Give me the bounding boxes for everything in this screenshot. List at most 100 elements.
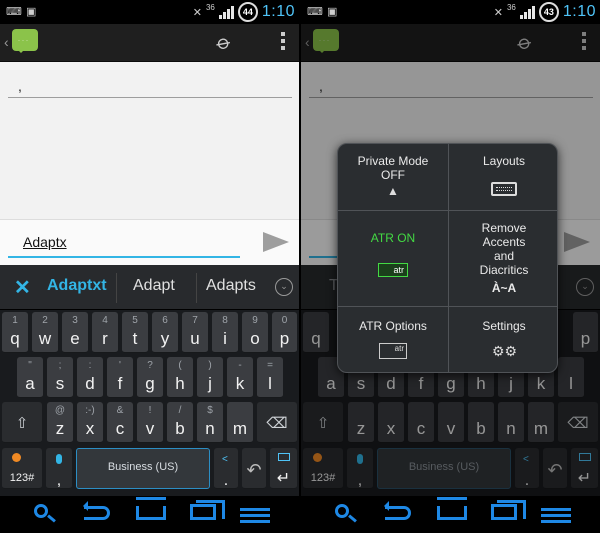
mode-key[interactable]: 123# [2,448,42,489]
recent-apps-icon[interactable] [190,500,225,520]
key-alt: @ [54,405,66,416]
atr-options-option[interactable]: ATR Options atr [338,307,448,373]
key-s[interactable]: ; s [47,357,73,398]
key-alt: ' [119,360,121,371]
undo-key[interactable]: ↶ [242,448,266,489]
key-alt: : [88,360,92,371]
private-mode-option[interactable]: Private Mode OFF ▲ [338,144,448,210]
key-d[interactable]: :d [77,357,103,398]
back-icon[interactable] [83,501,110,520]
key-alt: :-) [85,405,95,416]
search-icon[interactable] [335,504,357,523]
key-row-4: 123# , Business (US) <. ↶ ↵ [0,448,299,494]
dismiss-suggestions-icon[interactable]: ✕ [14,275,31,300]
key-label: h [175,374,185,393]
key-f[interactable]: ' f [107,357,133,398]
key-e[interactable]: 3e [62,312,88,353]
key-x[interactable]: :-) x [77,402,103,443]
key-alt: 9 [252,315,258,326]
recent-apps-icon[interactable] [491,500,526,520]
recipient-field[interactable]: , [8,78,292,98]
layouts-option[interactable]: Layouts [449,144,559,210]
key-k[interactable]: -k [227,357,253,398]
key-w[interactable]: 2w [32,312,58,353]
key-h[interactable]: (h [167,357,193,398]
key-v[interactable]: ! v [137,402,163,443]
suggestion-3[interactable]: Adapts [206,277,256,295]
suggestion-2[interactable]: Adapt [133,277,175,295]
key-u[interactable]: 7u [182,312,208,353]
key-m[interactable]: m [227,402,253,443]
attach-paperclip-icon[interactable]: ⌀ [212,29,236,56]
space-key[interactable]: Business (US) [76,448,210,489]
up-chevron-icon[interactable]: ‹ [4,34,9,50]
battery-icon: 44 [237,2,258,22]
key-alt: ? [147,360,153,371]
key-g[interactable]: ? g [137,357,163,398]
phone-screen-left: ⌨ ▣ ✕ 36 44 1:10 ‹ ··· ⌀ , Adaptx ✕ Adap… [0,0,299,533]
enter-key[interactable]: ↵ [270,448,297,489]
key-o[interactable]: 9o [242,312,268,353]
key-label: m [232,419,248,438]
settings-label: Settings [482,319,526,333]
key-i[interactable]: 8i [212,312,238,353]
key-j[interactable]: ) j [197,357,223,398]
atr-toggle-option[interactable]: ATR ON atr [338,211,448,306]
remove-accents-label: Accents [482,235,526,249]
comma-label: , [56,472,62,489]
key-label: u [190,329,200,348]
remove-accents-option[interactable]: Remove Accents and Diacritics À~A [449,211,559,306]
key-label: b [175,419,185,438]
key-a[interactable]: " a [17,357,43,398]
messaging-app-icon[interactable]: ··· [12,29,38,53]
key-n[interactable]: $ n [197,402,223,443]
home-icon[interactable] [136,497,166,520]
key-label: j [208,374,212,393]
send-icon[interactable] [263,232,289,252]
mode-key-label: 123# [9,472,35,484]
atr-icon: atr [378,263,408,277]
search-icon[interactable] [34,504,56,523]
signal-icon [218,5,234,19]
keyboard-options-popup: Private Mode OFF ▲ Layouts ATR ON atr Re… [337,143,558,373]
back-icon[interactable] [384,501,411,520]
overflow-menu-icon[interactable] [281,32,285,53]
key-alt: 4 [102,315,108,326]
key-label: x [85,419,95,438]
key-alt: ! [148,405,152,416]
key-r[interactable]: 4r [92,312,118,353]
atr-options-icon: atr [379,343,407,359]
key-label: k [235,374,245,393]
phone-screen-right: ⌨ ▣ ✕ 36 43 1:10 ‹ ··· ⌀ , The To I ⌄ q … [301,0,600,533]
menu-icon[interactable] [541,508,571,526]
status-clock: 1:10 [562,3,596,20]
enter-icon: ↵ [276,470,291,487]
message-field[interactable]: Adaptx [8,226,240,258]
key-q[interactable]: 1q [2,312,28,353]
message-text: Adaptx [23,234,67,250]
delete-key[interactable]: ⌫ [257,402,297,443]
settings-option[interactable]: Settings ⚙⚙ [449,307,559,373]
key-b[interactable]: / b [167,402,193,443]
suggestion-divider [196,273,197,303]
key-z[interactable]: @ z [47,402,73,443]
key-alt: " [28,360,32,371]
voice-comma-key[interactable]: , [46,448,72,489]
key-c[interactable]: & c [107,402,133,443]
key-label: i [223,329,227,348]
more-suggestions-icon[interactable]: ⌄ [275,278,293,296]
key-y[interactable]: 6y [152,312,178,353]
key-t[interactable]: 5t [122,312,148,353]
suggestion-1[interactable]: Adaptxt [47,277,107,295]
keyboard-notification-icon: ⌨ [6,6,22,18]
key-alt: & [116,405,124,416]
status-bar: ⌨ ▣ ✕ 36 44 1:10 [0,0,299,24]
share-period-key[interactable]: <. [214,448,238,489]
menu-icon[interactable] [240,508,270,526]
key-p[interactable]: 0p [272,312,297,353]
mute-icon: ✕ [493,6,503,19]
shift-key[interactable]: ⇧ [2,402,42,443]
key-alt: 3 [72,315,78,326]
home-icon[interactable] [437,497,467,520]
key-l[interactable]: = l [257,357,283,398]
